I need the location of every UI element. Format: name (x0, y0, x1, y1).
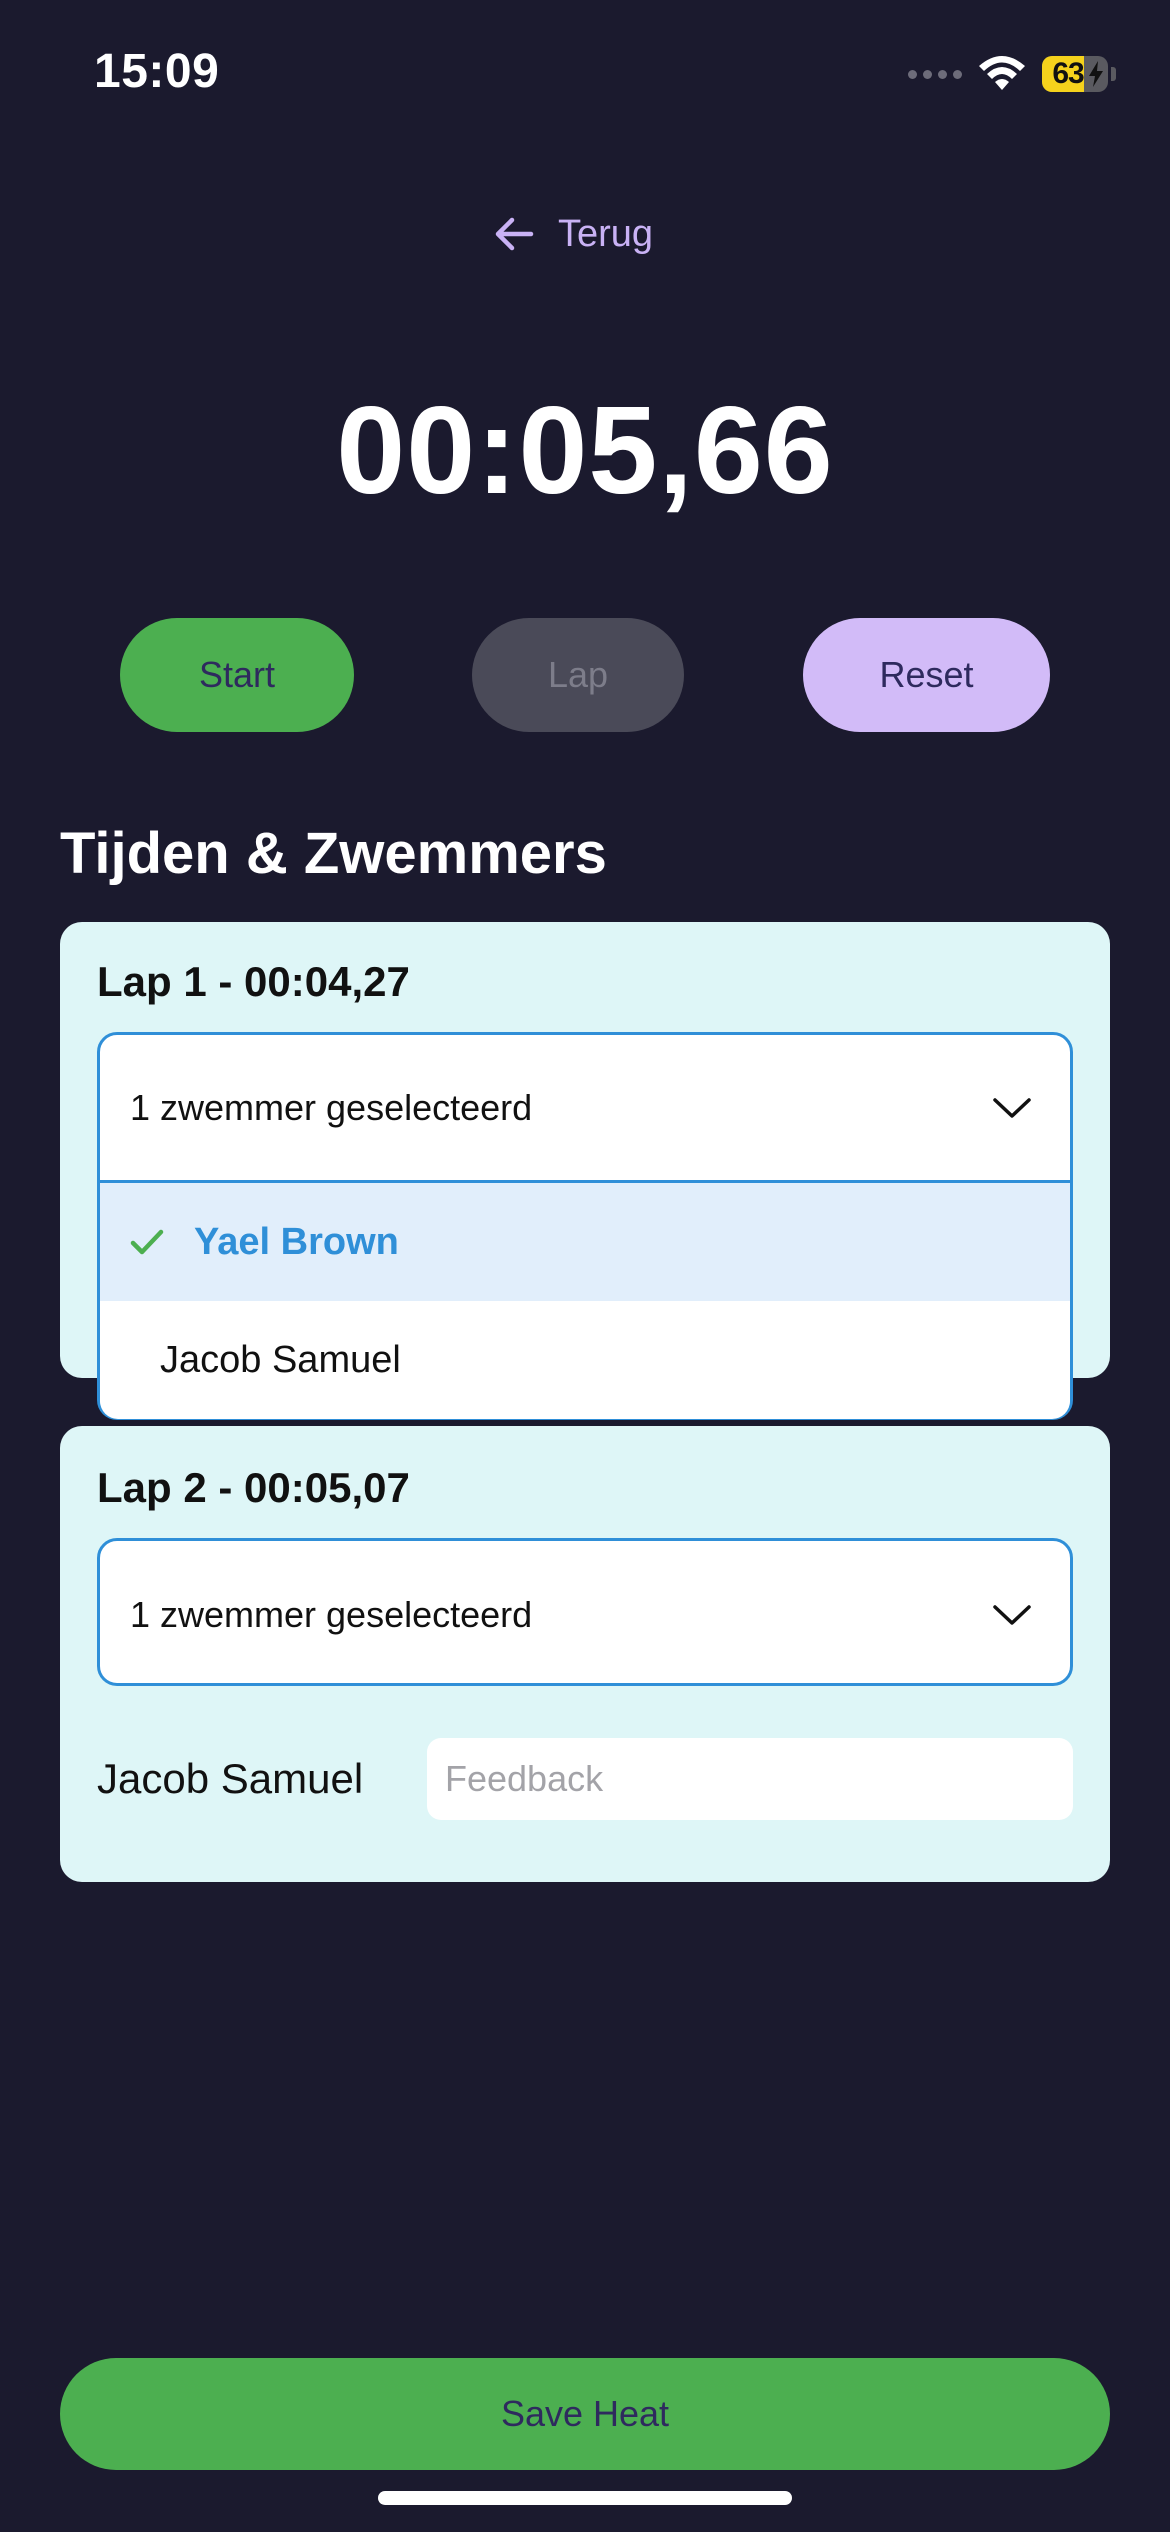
option-label: Yael Brown (194, 1220, 399, 1263)
feedback-input[interactable] (427, 1738, 1073, 1820)
start-button-label: Start (198, 654, 276, 695)
back-label: Terug (558, 212, 654, 255)
start-button[interactable]: Start (120, 618, 354, 732)
lap-button-label: Lap (547, 654, 609, 695)
lap-title: Lap 2 - 00:05,07 (97, 1464, 410, 1511)
reset-button[interactable]: Reset (803, 618, 1050, 732)
dropdown-option-selected[interactable]: Yael Brown (100, 1183, 1070, 1301)
select-value: 1 zwemmer geselecteerd (130, 1086, 533, 1128)
app-screen: 15:09 63 Terug 00:05,66 Start Lap Reset … (0, 0, 1170, 2532)
select-header[interactable]: 1 zwemmer geselecteerd (100, 1541, 1070, 1689)
home-indicator (378, 2491, 792, 2505)
chevron-down-icon (993, 1605, 1031, 1625)
battery-percent: 63 (1052, 57, 1084, 90)
cellular-signal-icon (908, 69, 962, 79)
lap-card-2: Lap 2 - 00:05,07 1 zwemmer geselecteerd … (60, 1426, 1110, 1882)
swimmer-select[interactable]: 1 zwemmer geselecteerd (97, 1538, 1073, 1686)
status-icons: 63 (908, 52, 1116, 96)
dropdown-option[interactable]: Jacob Samuel (100, 1301, 1070, 1419)
save-heat-button[interactable]: Save Heat (60, 2358, 1110, 2470)
swimmer-select[interactable]: 1 zwemmer geselecteerd Yael Brown Jacob … (97, 1032, 1073, 1420)
checkmark-icon (130, 1229, 164, 1255)
battery-icon: 63 (1042, 56, 1108, 92)
back-button[interactable]: Terug (494, 204, 653, 264)
save-heat-label: Save Heat (500, 2393, 670, 2434)
stopwatch-display: 00:05,66 (336, 382, 834, 520)
battery-cap (1111, 67, 1116, 81)
select-value: 1 zwemmer geselecteerd (130, 1594, 533, 1635)
option-label: Jacob Samuel (160, 1338, 401, 1381)
swimmer-feedback-row: Jacob Samuel (97, 1738, 1073, 1820)
lap-card-1: Lap 1 - 00:04,27 1 zwemmer geselecteerd … (60, 922, 1110, 1420)
arrow-left-icon (495, 217, 534, 251)
lap-title: Lap 1 - 00:04,27 (97, 958, 410, 1005)
select-header[interactable]: 1 zwemmer geselecteerd (100, 1035, 1070, 1183)
charging-bolt-icon (1089, 61, 1103, 87)
chevron-down-icon (993, 1097, 1031, 1118)
swimmer-name: Jacob Samuel (97, 1755, 364, 1802)
status-time: 15:09 (94, 45, 220, 98)
section-title: Tijden & Zwemmers (60, 821, 607, 886)
reset-button-label: Reset (879, 654, 974, 695)
wifi-icon (979, 56, 1025, 90)
lap-button[interactable]: Lap (472, 618, 684, 732)
